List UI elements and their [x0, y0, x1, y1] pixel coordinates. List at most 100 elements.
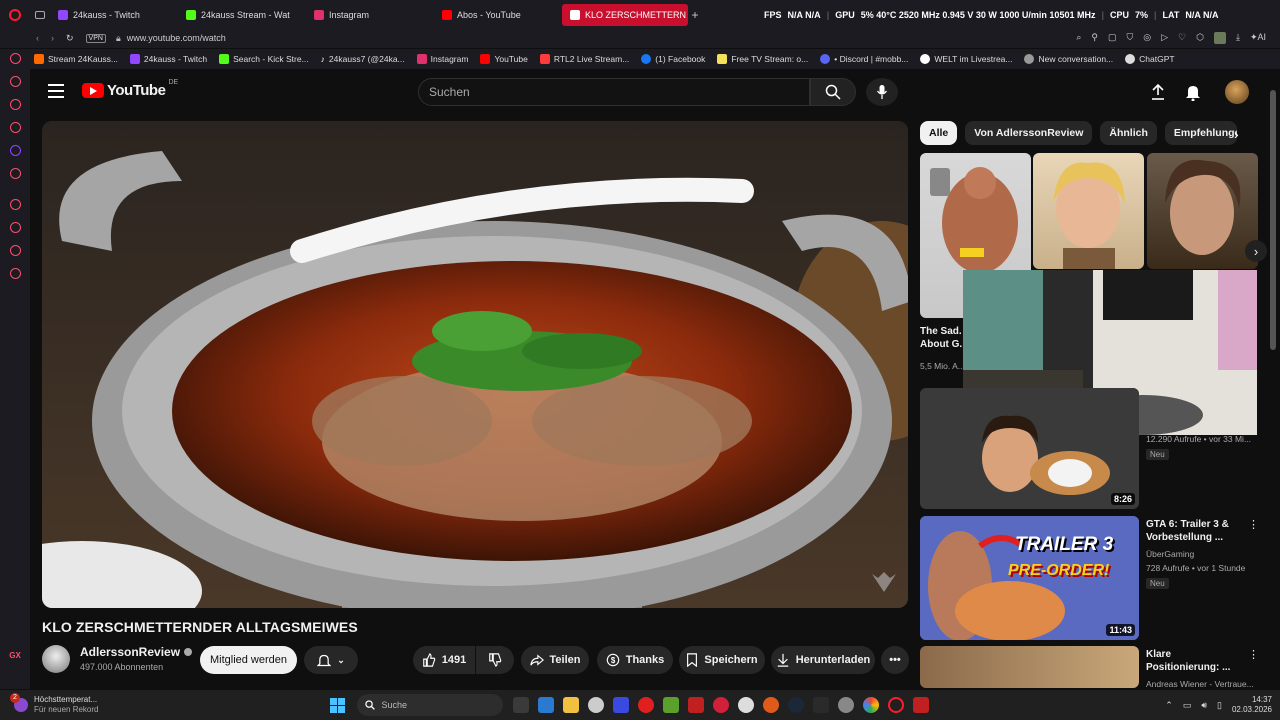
lucid-mode-icon[interactable]: ◎	[1143, 32, 1151, 44]
share-button[interactable]: Teilen	[521, 646, 589, 674]
opera-gx-taskbar-icon[interactable]	[888, 697, 905, 713]
save-button[interactable]: Speichern	[679, 646, 765, 674]
reload-icon[interactable]: ↻	[66, 33, 74, 44]
volume-icon[interactable]: 🔊︎	[1201, 700, 1207, 711]
bookmark-item[interactable]: Search - Kick Stre...	[219, 54, 309, 64]
pin-icon[interactable]: ⚲	[1091, 32, 1098, 44]
red-app-icon[interactable]	[688, 697, 705, 713]
menu-hamburger-icon[interactable]	[48, 84, 64, 98]
network-icon[interactable]: ▭	[1183, 700, 1192, 711]
steam-icon[interactable]	[788, 697, 805, 713]
tab-youtube-abos[interactable]: Abos - YouTube	[434, 4, 562, 26]
layers-app-icon[interactable]	[663, 697, 680, 713]
bookmark-item[interactable]: ChatGPT	[1125, 54, 1175, 64]
video-menu-icon[interactable]: ⋮	[1248, 518, 1259, 531]
weather-widget[interactable]: Höchsttemperat... Für neuen Rekord	[34, 695, 98, 714]
download-button[interactable]: Herunterladen	[771, 646, 875, 674]
file-explorer-icon[interactable]	[563, 697, 580, 713]
youtube-sidebar-icon[interactable]	[9, 168, 21, 179]
subscribe-bell-button[interactable]: ⌄	[304, 646, 358, 674]
mouse-app-icon[interactable]	[588, 697, 605, 713]
chips-next-arrow-icon[interactable]: ›	[1234, 126, 1239, 142]
news-icon[interactable]	[9, 122, 21, 133]
tray-chevron-icon[interactable]: ⌃	[1165, 700, 1173, 711]
twitch-sidebar-icon[interactable]	[9, 145, 21, 156]
bookmark-item[interactable]: New conversation...	[1024, 54, 1113, 64]
tab-youtube-video[interactable]: KLO ZERSCHMETTERN	[562, 4, 688, 26]
channel-watermark-icon[interactable]	[870, 568, 898, 596]
v-app-icon[interactable]	[613, 697, 630, 713]
bookmark-item[interactable]: WELT im Livestrea...	[920, 54, 1012, 64]
aria-ai-icon[interactable]: ✦AI	[1250, 32, 1266, 44]
new-tab-button[interactable]: +	[688, 8, 702, 22]
chip-recommendations[interactable]: Empfehlungen	[1164, 121, 1237, 145]
sidebar-video-thumbnail[interactable]	[920, 646, 1139, 688]
like-button[interactable]: 1491	[413, 646, 475, 674]
task-view-icon[interactable]	[513, 697, 530, 713]
voice-search-button[interactable]	[866, 78, 898, 106]
sidebar-video-thumbnail[interactable]: TRAILER 3 PRE-ORDER! 11:43	[920, 516, 1139, 640]
settings-icon[interactable]	[9, 268, 21, 279]
back-arrow-icon[interactable]: ‹	[36, 33, 39, 43]
channel-avatar[interactable]	[42, 645, 70, 673]
sidebar-video-title[interactable]: The Sad...About G...	[920, 325, 962, 351]
bookmark-item[interactable]: • Discord | #mobb...	[820, 54, 908, 64]
player-icon[interactable]: ▷	[1161, 32, 1168, 44]
video-player[interactable]	[42, 121, 908, 608]
bookmark-item[interactable]: Free TV Stream: o...	[717, 54, 808, 64]
sidebar-video-title[interactable]: Klare Positionierung: ...	[1146, 648, 1246, 674]
player-sidebar-icon[interactable]	[9, 199, 21, 210]
widgets-icon[interactable]	[538, 697, 555, 713]
bookmark-item[interactable]: ♪ 24kauss7 (@24ka...	[321, 54, 405, 64]
snapshot-icon[interactable]: ▢	[1108, 32, 1117, 44]
page-scrollbar[interactable]	[1270, 80, 1276, 680]
vpn-badge[interactable]: VPN	[85, 33, 106, 43]
profile-avatar-icon[interactable]	[1213, 32, 1226, 44]
history-icon[interactable]	[9, 222, 21, 233]
ai-icon[interactable]	[9, 53, 21, 64]
video-menu-icon[interactable]: ⋮	[1248, 648, 1259, 661]
opera-taskbar-icon[interactable]	[638, 697, 655, 713]
url-field[interactable]: www.youtube.com/watch	[127, 33, 226, 43]
weather-widget-icon[interactable]: 2	[10, 693, 28, 712]
sidebar-video-title[interactable]: GTA 6: Trailer 3 & Vorbestellung ...	[1146, 518, 1246, 544]
search-input[interactable]: Suchen	[418, 78, 810, 106]
youtube-logo[interactable]: YouTube DE	[82, 79, 178, 99]
bookmark-item[interactable]: Stream 24Kauss...	[34, 54, 118, 64]
heart-icon[interactable]: ♡	[1178, 32, 1186, 44]
bookmark-item[interactable]: YouTube	[480, 54, 528, 64]
settings-gear-icon[interactable]	[838, 697, 855, 713]
bookmark-item[interactable]: RTL2 Live Stream...	[539, 54, 629, 64]
extensions-sidebar-icon[interactable]	[9, 245, 21, 256]
bookmark-item[interactable]: Instagram	[416, 54, 468, 64]
workspaces-icon[interactable]	[30, 11, 50, 19]
epic-games-icon[interactable]	[813, 697, 830, 713]
short-thumbnail[interactable]	[1033, 153, 1144, 269]
tab-twitch[interactable]: 24kauss - Twitch	[50, 4, 178, 26]
firefox-icon[interactable]	[763, 697, 780, 713]
tab-kick[interactable]: 24kauss Stream - Wat	[178, 4, 306, 26]
notifications-button[interactable]	[1185, 83, 1201, 106]
short-thumbnail[interactable]	[1147, 153, 1258, 269]
join-button[interactable]: Mitglied werden	[200, 646, 297, 674]
more-actions-button[interactable]: •••	[881, 646, 909, 674]
windows-start-icon[interactable]	[330, 697, 346, 713]
record-app-icon[interactable]	[713, 697, 730, 713]
extensions-icon[interactable]: ⬡	[1196, 32, 1204, 44]
taskbar-search[interactable]: Suche	[357, 694, 504, 716]
search-button[interactable]	[810, 78, 856, 106]
account-avatar[interactable]	[1225, 80, 1249, 104]
download-icon[interactable]: ⤓	[1236, 32, 1240, 44]
scrollbar-thumb[interactable]	[1270, 90, 1276, 350]
upload-button[interactable]	[1150, 83, 1166, 106]
dislike-button[interactable]	[476, 646, 514, 674]
bookmark-item[interactable]: (1) Facebook	[641, 54, 705, 64]
thanks-button[interactable]: $ Thanks	[597, 646, 673, 674]
forward-arrow-icon[interactable]: ›	[51, 33, 54, 43]
opera-logo-icon[interactable]	[0, 9, 30, 21]
chrome-icon[interactable]	[863, 697, 880, 713]
tab-instagram[interactable]: Instagram	[306, 4, 434, 26]
zoom-icon[interactable]: ⌕	[1076, 32, 1081, 44]
red-app-icon[interactable]	[913, 697, 930, 713]
sidebar-video-thumbnail[interactable]: 8:26	[920, 388, 1139, 509]
